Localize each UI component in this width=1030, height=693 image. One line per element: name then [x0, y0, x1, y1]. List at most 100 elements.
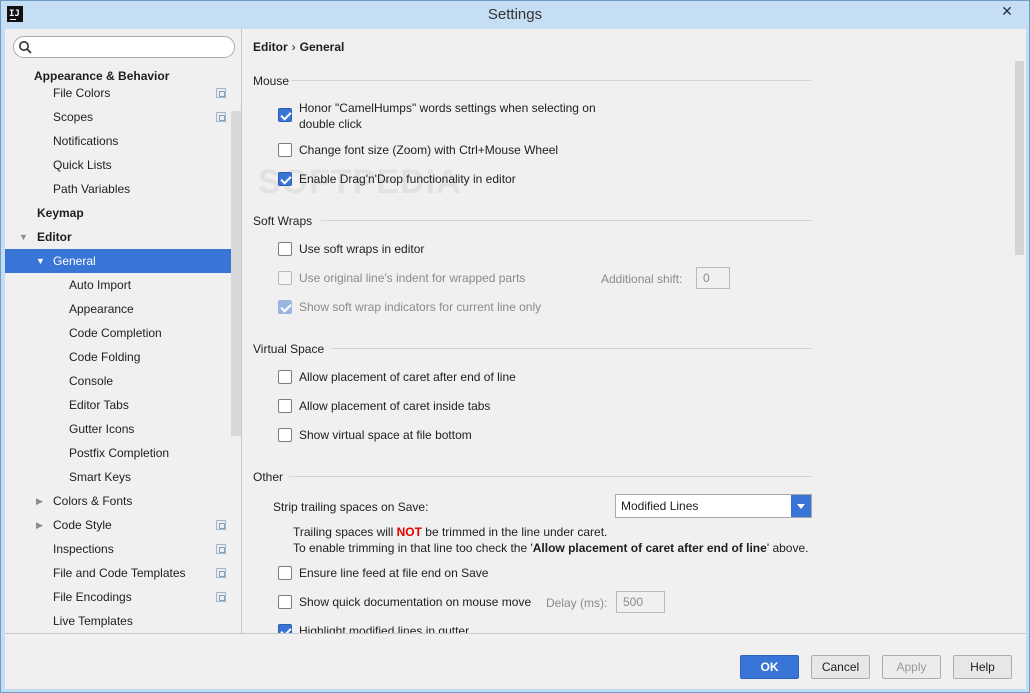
project-settings-icon — [216, 112, 226, 122]
sidebar-item-keymap[interactable]: Keymap — [5, 201, 241, 225]
content-scrollbar[interactable] — [1015, 61, 1024, 255]
sidebar-scrollbar[interactable] — [231, 111, 241, 436]
delay-field: 500 — [616, 591, 665, 613]
sidebar-item-label: Editor Tabs — [69, 398, 129, 412]
sidebar-item-notifications[interactable]: Notifications — [5, 129, 241, 153]
additional-shift-label: Additional shift: — [601, 272, 683, 286]
project-settings-icon — [216, 592, 226, 602]
sidebar-item-editor[interactable]: ▼ Editor — [5, 225, 241, 249]
sidebar-item-editor-tabs[interactable]: Editor Tabs — [5, 393, 241, 417]
sidebar-item-appearance[interactable]: Appearance — [5, 297, 241, 321]
sidebar-item-file-encodings[interactable]: File Encodings — [5, 585, 241, 609]
sidebar-item-scopes[interactable]: Scopes — [5, 105, 241, 129]
sidebar-item-label: Keymap — [37, 206, 84, 220]
sidebar-item-code-style[interactable]: ▶ Code Style — [5, 513, 241, 537]
sidebar-item-label: Code Folding — [69, 350, 141, 364]
apply-button[interactable]: Apply — [882, 655, 941, 679]
sidebar-item-colors-fonts[interactable]: ▶ Colors & Fonts — [5, 489, 241, 513]
note-text: To enable trimming in that line too chec… — [293, 541, 533, 555]
camel-humps-label: Honor "CamelHumps" words settings when s… — [299, 100, 596, 132]
sidebar-item-label: Editor — [37, 230, 72, 244]
ensure-line-feed-checkbox[interactable] — [278, 566, 292, 580]
expanded-arrow-icon[interactable]: ▼ — [36, 249, 46, 273]
sidebar-item-label: Live Templates — [53, 614, 133, 628]
camel-humps-label-line2: double click — [299, 117, 362, 131]
note-text: Trailing spaces will — [293, 525, 397, 539]
section-divider — [321, 220, 811, 221]
sidebar-item-label: Notifications — [53, 134, 119, 148]
note-text: be trimmed in the line under caret. — [421, 525, 608, 539]
project-settings-icon — [216, 544, 226, 554]
sidebar-item-console[interactable]: Console — [5, 369, 241, 393]
trailing-note-line2: To enable trimming in that line too chec… — [293, 540, 808, 556]
ok-button[interactable]: OK — [740, 655, 799, 679]
expanded-arrow-icon[interactable]: ▼ — [19, 225, 29, 249]
project-settings-icon — [216, 520, 226, 530]
ensure-line-feed-label: Ensure line feed at file end on Save — [299, 566, 489, 580]
sidebar-item-label: Smart Keys — [69, 470, 132, 484]
note-bold-text: Allow placement of caret after end of li… — [532, 541, 767, 555]
caret-inside-tabs-checkbox[interactable] — [278, 399, 292, 413]
sidebar-item-general[interactable]: ▼ General — [5, 249, 241, 273]
virtual-space-bottom-checkbox[interactable] — [278, 428, 292, 442]
sidebar-item-quick-lists[interactable]: Quick Lists — [5, 153, 241, 177]
close-icon[interactable]: ✕ — [993, 1, 1021, 21]
sidebar-item-label: Postfix Completion — [69, 446, 170, 460]
soft-wrap-indicators-label: Show soft wrap indicators for current li… — [299, 300, 542, 314]
sidebar-item-code-folding[interactable]: Code Folding — [5, 345, 241, 369]
collapsed-arrow-icon[interactable]: ▶ — [36, 489, 46, 513]
collapsed-arrow-icon[interactable]: ▶ — [36, 513, 46, 537]
dialog-footer: OK Cancel Apply Help — [5, 633, 1026, 689]
soft-wrap-indicators-checkbox — [278, 300, 292, 314]
strip-trailing-select[interactable]: Modified Lines — [615, 494, 812, 518]
cancel-button[interactable]: Cancel — [811, 655, 870, 679]
additional-shift-field: 0 — [696, 267, 730, 289]
note-not-emphasis: NOT — [396, 525, 422, 539]
sidebar-item-auto-import[interactable]: Auto Import — [5, 273, 241, 297]
quick-doc-checkbox[interactable] — [278, 595, 292, 609]
section-divider — [291, 80, 811, 81]
caret-inside-tabs-label: Allow placement of caret inside tabs — [299, 399, 491, 413]
sidebar-item-file-colors[interactable]: File Colors — [5, 81, 241, 105]
sidebar-item-smart-keys[interactable]: Smart Keys — [5, 465, 241, 489]
chevron-down-icon[interactable] — [791, 495, 811, 517]
section-divider — [289, 476, 811, 477]
zoom-checkbox[interactable] — [278, 143, 292, 157]
search-input[interactable] — [13, 36, 235, 58]
caret-after-end-checkbox[interactable] — [278, 370, 292, 384]
section-divider — [331, 348, 811, 349]
camel-humps-checkbox[interactable] — [278, 108, 292, 122]
sidebar-item-path-variables[interactable]: Path Variables — [5, 177, 241, 201]
camel-humps-label-line1: Honor "CamelHumps" words settings when s… — [299, 101, 596, 115]
highlight-modified-label: Highlight modified lines in gutter — [299, 624, 470, 633]
help-button[interactable]: Help — [953, 655, 1012, 679]
original-indent-label: Use original line's indent for wrapped p… — [299, 271, 526, 285]
sidebar-item-label: File Colors — [53, 86, 111, 100]
sidebar-item-inspections[interactable]: Inspections — [5, 537, 241, 561]
sidebar-item-label: Code Style — [53, 518, 112, 532]
sidebar-item-label: Console — [69, 374, 114, 388]
delay-label: Delay (ms): — [546, 596, 608, 610]
highlight-modified-checkbox[interactable] — [278, 624, 292, 633]
title-bar[interactable]: IJ Settings ✕ — [1, 1, 1029, 29]
sidebar-item-postfix-completion[interactable]: Postfix Completion — [5, 441, 241, 465]
window-title: Settings — [487, 6, 543, 23]
use-soft-wraps-checkbox[interactable] — [278, 242, 292, 256]
sidebar-item-label: Code Completion — [69, 326, 162, 340]
section-title-soft-wraps: Soft Wraps — [253, 214, 313, 228]
section-title-virtual-space: Virtual Space — [253, 342, 325, 356]
dialog-body: Appearance & Behavior File Colors Scopes… — [5, 29, 1026, 689]
sidebar-item-code-completion[interactable]: Code Completion — [5, 321, 241, 345]
use-soft-wraps-label: Use soft wraps in editor — [299, 242, 425, 256]
drag-drop-checkbox[interactable] — [278, 172, 292, 186]
sidebar-item-live-templates[interactable]: Live Templates — [5, 609, 241, 633]
sidebar-item-label: File and Code Templates — [53, 566, 186, 580]
zoom-label: Change font size (Zoom) with Ctrl+Mouse … — [299, 143, 559, 157]
sidebar-item-file-code-templates[interactable]: File and Code Templates — [5, 561, 241, 585]
sidebar-item-label: Scopes — [53, 110, 94, 124]
breadcrumb: Editor › General — [253, 40, 344, 54]
note-text: ' above. — [766, 541, 809, 555]
sidebar-item-gutter-icons[interactable]: Gutter Icons — [5, 417, 241, 441]
strip-trailing-label: Strip trailing spaces on Save: — [273, 500, 429, 514]
sidebar-item-label: Path Variables — [53, 182, 131, 196]
